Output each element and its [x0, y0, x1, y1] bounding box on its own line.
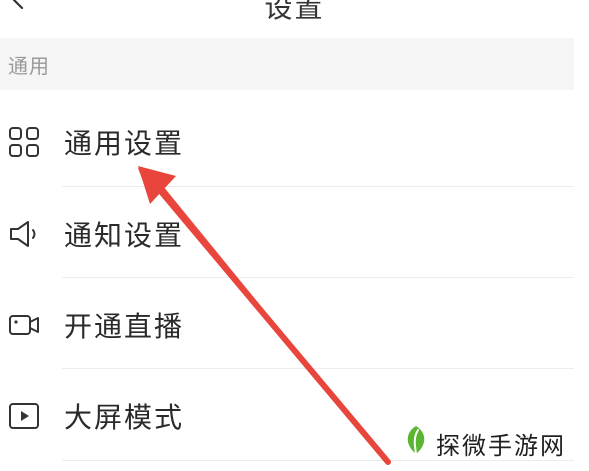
leaf-logo-icon	[407, 426, 425, 455]
speaker-icon	[10, 221, 36, 247]
menu-item-label: 通用设置	[64, 127, 185, 160]
top-bar: 设置	[0, 0, 589, 34]
site-watermark: 探微手游网	[396, 418, 582, 466]
menu-item-notification-settings[interactable]: 通知设置	[0, 188, 589, 278]
menu-item-label: 通知设置	[64, 219, 185, 252]
section-label: 通用	[8, 54, 50, 78]
divider	[62, 186, 574, 187]
grid-icon	[9, 127, 39, 157]
menu-item-start-live[interactable]: 开通直播	[0, 279, 589, 369]
divider	[62, 368, 574, 369]
section-header: 通用	[0, 38, 574, 90]
watermark-text: 探微手游网	[436, 432, 566, 460]
menu-item-general-settings[interactable]: 通用设置	[0, 96, 589, 186]
menu-item-label: 开通直播	[64, 310, 185, 343]
menu-item-label: 大屏模式	[64, 401, 185, 434]
video-camera-icon	[9, 315, 39, 335]
page-title: 设置	[264, 0, 325, 24]
play-screen-icon	[9, 403, 39, 429]
divider	[62, 277, 574, 278]
